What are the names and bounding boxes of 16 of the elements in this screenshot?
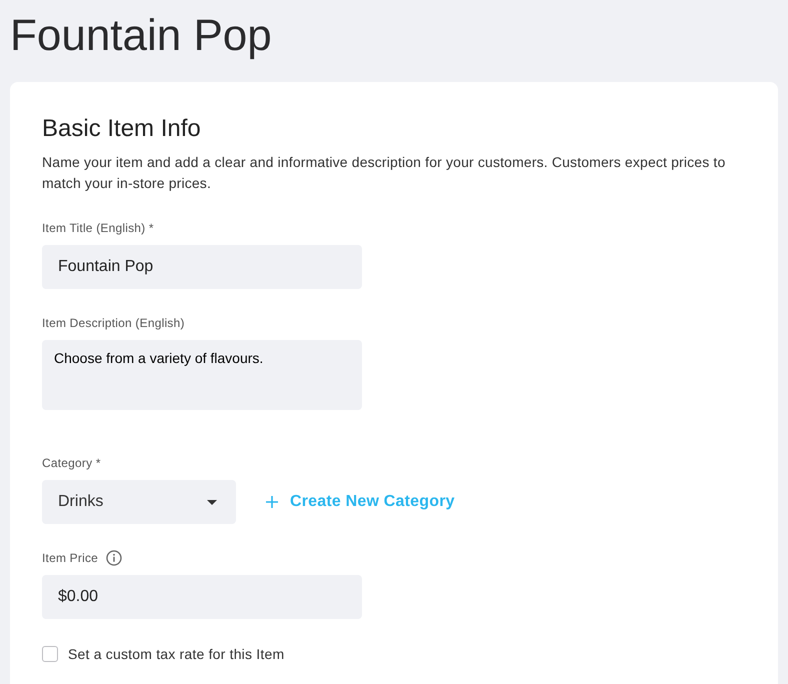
checkbox[interactable] [42, 646, 58, 662]
page-title: Fountain Pop [10, 10, 272, 62]
checkbox-label: Set a custom tax rate for this Item [68, 646, 284, 662]
field-label: Item Title (English) * [42, 221, 154, 235]
text-input[interactable]: $0.00 [42, 575, 362, 619]
section-heading: Basic Item Info [42, 114, 201, 144]
field-label: Item Price [42, 551, 98, 565]
field-label: Item Description (English) [42, 316, 185, 330]
section-description: Name your item and add a clear and informative description for your customers. Customers expect prices to match your in-store prices. [42, 153, 726, 193]
plus-icon [266, 496, 278, 508]
field-label: Category * [42, 456, 101, 470]
info-icon[interactable] [106, 550, 122, 566]
category-dropdown[interactable]: Drinks [42, 480, 236, 524]
text-input[interactable]: Fountain Pop [42, 245, 362, 289]
caret-icon [207, 500, 217, 504]
description-textarea[interactable]: Choose from a variety of flavours. [42, 340, 362, 410]
